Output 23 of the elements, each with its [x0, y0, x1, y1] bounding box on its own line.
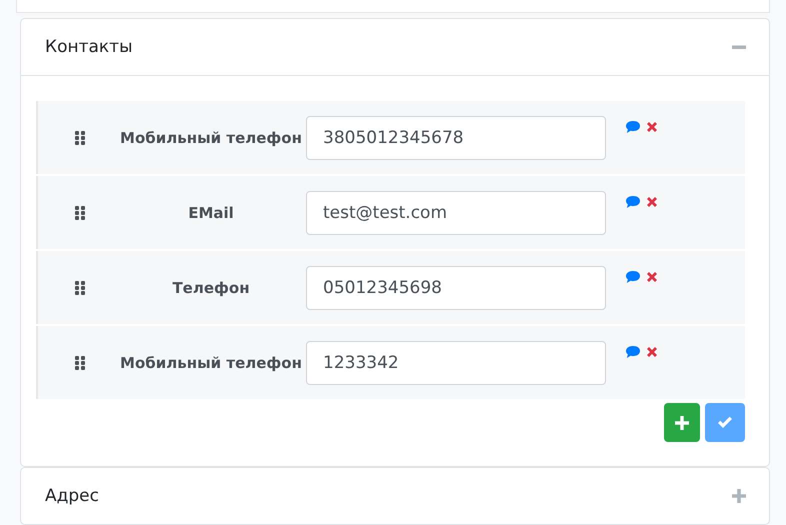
accordion-header[interactable]: Контакты [21, 19, 769, 76]
contact-type-label: Мобильный телефон [119, 128, 303, 146]
comment-icon[interactable] [625, 194, 641, 210]
accordion-header[interactable]: Адрес [21, 468, 769, 524]
contact-type-label: EMail [187, 204, 235, 222]
section-title: Контакты [45, 37, 132, 57]
plus-icon [675, 416, 689, 430]
section-title: Адрес [45, 486, 99, 506]
drag-handle-icon[interactable] [74, 356, 86, 370]
drag-handle-icon[interactable] [74, 280, 86, 294]
contact-type-label: Мобильный телефон [119, 354, 303, 372]
contact-value-field[interactable]: 05012345698 [306, 266, 606, 310]
comment-icon[interactable] [625, 344, 641, 360]
check-icon [717, 416, 733, 429]
contact-value-field[interactable]: test@test.com [306, 190, 606, 234]
comment-icon[interactable] [625, 269, 641, 285]
contact-value-field[interactable]: 1233342 [306, 340, 606, 384]
drag-handle-icon[interactable] [74, 130, 86, 144]
drag-handle-icon[interactable] [74, 206, 86, 220]
contact-value-field[interactable]: 3805012345678 [306, 116, 606, 160]
comment-icon[interactable] [625, 119, 641, 135]
contact-type-label: Телефон [171, 278, 251, 296]
add-button[interactable] [664, 403, 700, 442]
